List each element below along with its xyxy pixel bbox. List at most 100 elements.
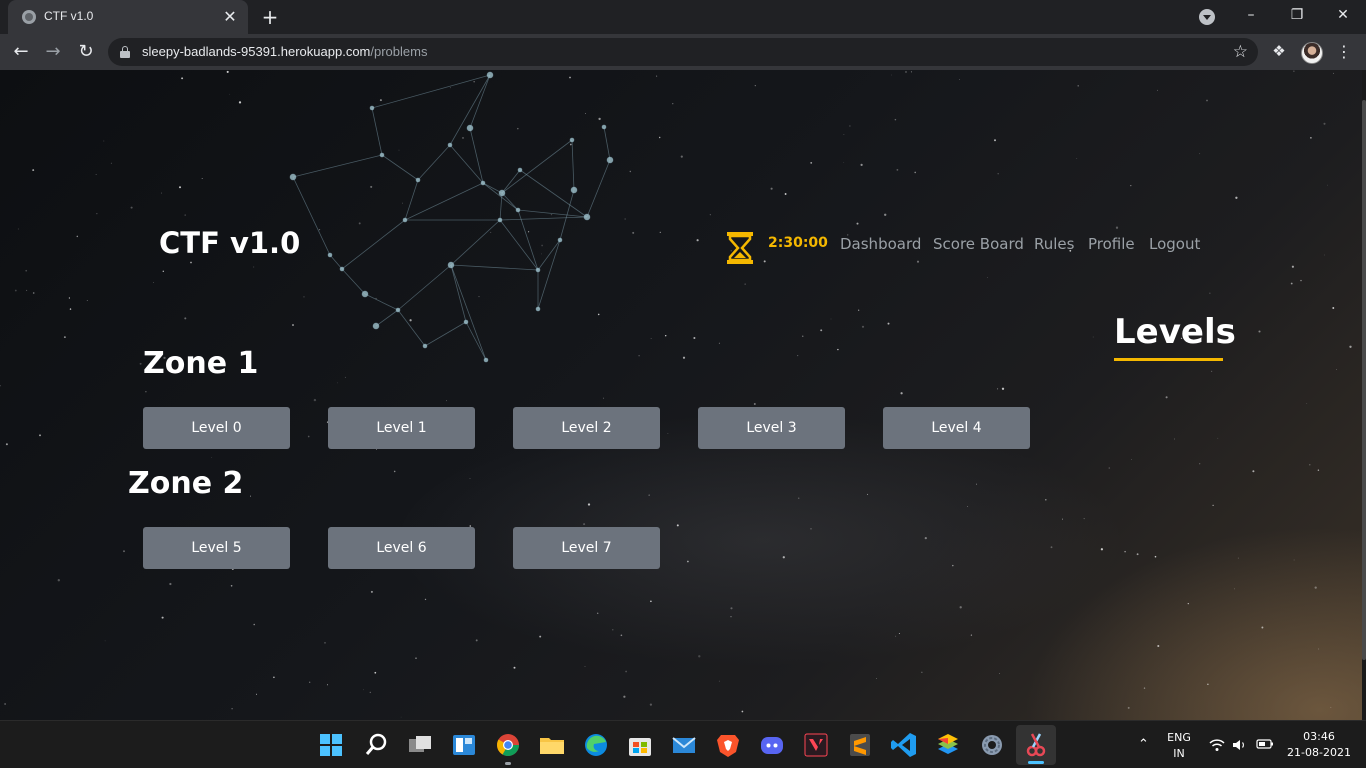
forward-arrow-icon[interactable]: → xyxy=(41,40,65,64)
volume-icon[interactable] xyxy=(1232,738,1248,752)
clock-time[interactable]: 03:46 xyxy=(1284,730,1354,743)
chevron-up-icon[interactable]: ⌃ xyxy=(1138,737,1149,753)
file-explorer-icon[interactable] xyxy=(536,729,568,761)
star xyxy=(1333,72,1334,74)
level-5-button[interactable]: Level 5 xyxy=(143,527,290,569)
nav-score-board[interactable]: Score Board xyxy=(933,235,1024,253)
star xyxy=(1234,588,1235,590)
task-view-icon[interactable] xyxy=(404,729,436,761)
valorant-icon[interactable] xyxy=(800,729,832,761)
snipping-tool-icon[interactable] xyxy=(1020,729,1052,761)
mail-icon[interactable] xyxy=(668,729,700,761)
back-arrow-icon[interactable]: ← xyxy=(9,40,33,64)
lock-icon[interactable] xyxy=(120,46,130,58)
url-text[interactable]: sleepy-badlands-95391.herokuapp.com/prob… xyxy=(142,44,427,59)
level-1-button[interactable]: Level 1 xyxy=(328,407,475,449)
brave-icon[interactable] xyxy=(712,729,744,761)
network-line xyxy=(375,309,399,327)
chrome-icon[interactable] xyxy=(492,729,524,761)
network-node xyxy=(415,177,421,183)
star xyxy=(1290,282,1293,285)
edge-icon[interactable] xyxy=(580,729,612,761)
battery-icon[interactable] xyxy=(1256,738,1274,750)
profile-avatar[interactable] xyxy=(1301,42,1323,64)
network-node xyxy=(466,124,474,132)
language-code[interactable]: ENG xyxy=(1162,731,1196,744)
discord-icon[interactable] xyxy=(756,729,788,761)
close-window-icon[interactable]: ✕ xyxy=(1328,4,1358,26)
site-title[interactable]: CTF v1.0 xyxy=(159,226,300,260)
star xyxy=(17,228,19,230)
level-0-button[interactable]: Level 0 xyxy=(143,407,290,449)
close-tab-icon[interactable]: ✕ xyxy=(220,7,240,27)
star xyxy=(1252,470,1255,473)
level-3-button[interactable]: Level 3 xyxy=(698,407,845,449)
search-icon[interactable] xyxy=(360,729,392,761)
star xyxy=(398,149,400,151)
level-4-button[interactable]: Level 4 xyxy=(883,407,1030,449)
extensions-icon[interactable]: ❖ xyxy=(1270,42,1288,60)
star xyxy=(162,270,164,272)
level-7-button[interactable]: Level 7 xyxy=(513,527,660,569)
star xyxy=(667,433,669,434)
new-tab-button[interactable]: + xyxy=(258,5,282,29)
star xyxy=(86,299,88,302)
star xyxy=(858,309,860,311)
vscode-icon[interactable] xyxy=(888,729,920,761)
menu-icon[interactable]: ⋮ xyxy=(1334,42,1354,62)
scrollbar-thumb[interactable] xyxy=(1362,100,1366,660)
star xyxy=(900,392,903,395)
microsoft-store-icon[interactable] xyxy=(624,729,656,761)
network-node xyxy=(463,319,469,325)
language-region[interactable]: IN xyxy=(1162,747,1196,760)
zone-2-title: Zone 2 xyxy=(128,466,244,501)
network-line xyxy=(397,309,426,347)
wifi-icon[interactable] xyxy=(1209,738,1225,752)
nav-dashboard[interactable]: Dashboard xyxy=(840,235,921,253)
star xyxy=(1207,683,1209,685)
star xyxy=(894,118,897,121)
level-6-button[interactable]: Level 6 xyxy=(328,527,475,569)
star xyxy=(999,673,1000,675)
address-bar[interactable]: sleepy-badlands-95391.herokuapp.com/prob… xyxy=(108,38,1258,66)
star xyxy=(718,680,720,682)
star xyxy=(763,260,766,263)
star-icon[interactable]: ☆ xyxy=(1233,42,1248,62)
browser-tab[interactable]: CTF v1.0 ✕ xyxy=(8,0,248,34)
star xyxy=(4,703,6,705)
star xyxy=(861,325,865,328)
star xyxy=(1077,85,1079,87)
clock-date[interactable]: 21-08-2021 xyxy=(1284,746,1354,759)
network-node xyxy=(422,343,428,349)
star xyxy=(676,524,679,527)
star xyxy=(898,632,900,635)
nav-profile[interactable]: Profile xyxy=(1088,235,1135,253)
star xyxy=(1293,559,1295,561)
star xyxy=(959,79,961,80)
nav-logout[interactable]: Logout xyxy=(1149,235,1200,253)
restore-icon[interactable]: ❐ xyxy=(1282,4,1312,26)
star xyxy=(986,276,988,278)
star xyxy=(110,162,112,164)
nav-rules[interactable]: Rules xyxy=(1034,235,1074,253)
star xyxy=(597,313,600,316)
windows-start-icon[interactable] xyxy=(315,729,347,761)
sublime-text-icon[interactable] xyxy=(844,729,876,761)
star xyxy=(741,710,744,713)
network-line xyxy=(450,219,501,266)
settings-icon[interactable] xyxy=(976,729,1008,761)
network-node xyxy=(480,180,486,186)
level-2-button[interactable]: Level 2 xyxy=(513,407,660,449)
star xyxy=(1261,626,1264,629)
star xyxy=(231,708,233,710)
star xyxy=(249,495,252,497)
reload-icon[interactable]: ↻ xyxy=(74,40,98,64)
widgets-icon[interactable] xyxy=(448,729,480,761)
star xyxy=(96,213,98,215)
star xyxy=(76,235,79,238)
tab-search-icon[interactable] xyxy=(1199,9,1215,25)
bluestacks-icon[interactable] xyxy=(932,729,964,761)
star xyxy=(449,87,451,89)
network-node xyxy=(372,322,380,330)
minimize-icon[interactable]: – xyxy=(1236,4,1266,26)
